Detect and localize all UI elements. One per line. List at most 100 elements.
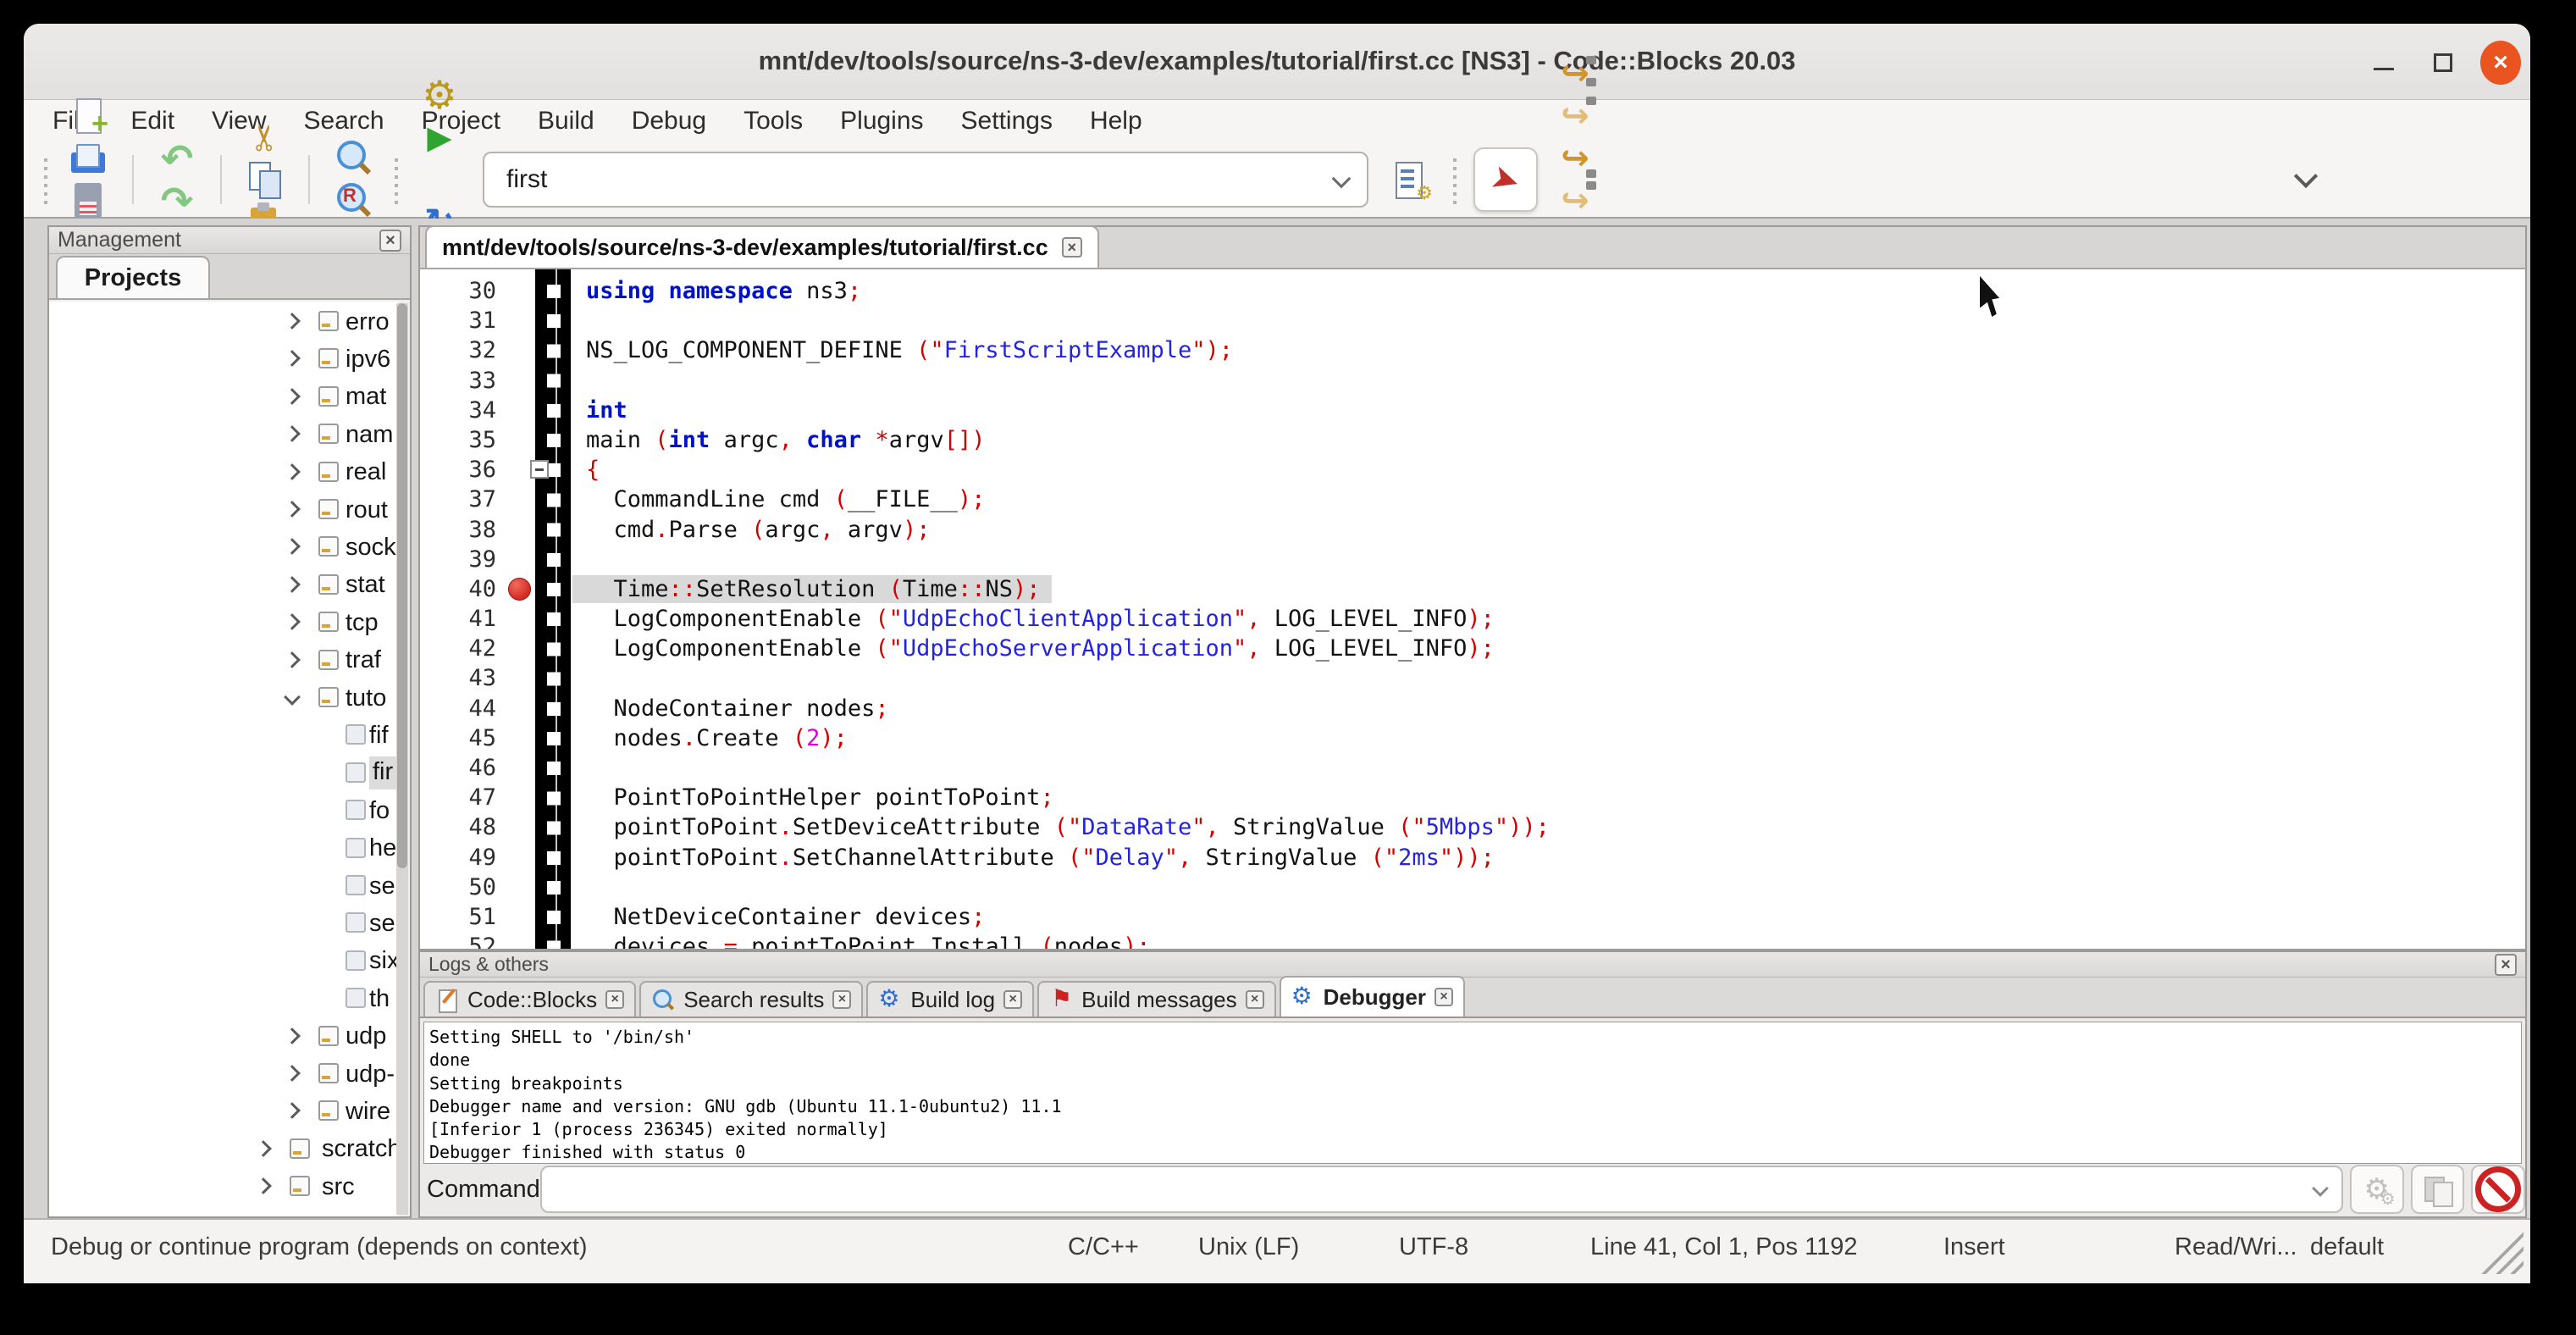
code-line-45[interactable]: 45 nodes.Create (2); [420,723,2525,753]
tree-item-nam[interactable]: nam [49,416,398,453]
stop-debugger-button[interactable] [2471,1165,2525,1214]
menu-plugins[interactable]: Plugins [840,107,923,136]
build-target-combo[interactable]: first [483,152,1368,208]
chevron-right-icon[interactable] [255,1140,272,1157]
build-target-options-button[interactable] [1390,158,1433,201]
tree-item-erro[interactable]: erro [49,303,398,341]
menu-edit[interactable]: Edit [130,107,174,136]
editor-tab-close-icon[interactable]: × [1062,237,1082,258]
chevron-right-icon[interactable] [284,651,301,668]
chevron-right-icon[interactable] [284,538,301,555]
debugger-output[interactable]: Setting SHELL to '/bin/sh'doneSetting br… [423,1022,2522,1164]
tree-item-fif[interactable]: fif [49,717,398,754]
debugger-settings-button[interactable] [2350,1165,2404,1214]
undo-icon[interactable] [156,137,198,180]
fold-collapse-icon[interactable] [530,460,549,479]
menu-search[interactable]: Search [304,107,384,136]
code-line-43[interactable]: 43 [420,663,2525,693]
code-line-31[interactable]: 31 [420,306,2525,335]
logs-tab-close-icon[interactable]: × [832,990,851,1009]
logs-tab-code-blocks[interactable]: Code::Blocks× [423,981,636,1016]
tree-item-sock[interactable]: sock [49,529,398,566]
logs-tab-build-messages[interactable]: Build messages× [1037,981,1276,1016]
run-to-cursor-icon[interactable] [1554,53,1596,95]
code-line-39[interactable]: 39 [420,545,2525,574]
toolbar-grip[interactable] [42,155,49,204]
chevron-right-icon[interactable] [284,1065,301,1082]
chevron-right-icon[interactable] [284,350,301,367]
tree-item-tuto[interactable]: tuto [49,679,398,717]
resize-grip[interactable] [2474,1228,2523,1274]
code-line-48[interactable]: 48 pointToPoint.SetDeviceAttribute ("Dat… [420,812,2525,842]
code-line-41[interactable]: 41 LogComponentEnable ("UdpEchoClientApp… [420,604,2525,634]
code-line-50[interactable]: 50 [420,872,2525,902]
tree-item-scratch[interactable]: scratch [49,1131,398,1168]
code-line-32[interactable]: 32NS_LOG_COMPONENT_DEFINE ("FirstScriptE… [420,335,2525,365]
toolbar-grip[interactable] [393,155,400,204]
code-line-33[interactable]: 33 [420,366,2525,396]
code-line-42[interactable]: 42 LogComponentEnable ("UdpEchoServerApp… [420,634,2525,663]
chevron-right-icon[interactable] [284,313,301,330]
run-icon[interactable] [418,116,461,158]
open-file-icon[interactable] [68,137,110,180]
tree-item-se[interactable]: se [49,867,398,905]
tab-projects[interactable]: Projects [56,256,210,298]
tree-item-udp[interactable]: udp [49,1018,398,1055]
code-editor[interactable]: 30using namespace ns3;3132NS_LOG_COMPONE… [418,269,2527,950]
find-icon[interactable] [332,137,374,180]
logs-tab-close-icon[interactable]: × [1003,990,1022,1009]
code-line-52[interactable]: 52 devices = pointToPoint.Install (nodes… [420,932,2525,950]
logs-tab-build-log[interactable]: Build log× [866,981,1034,1016]
code-line-30[interactable]: 30using namespace ns3; [420,276,2525,306]
copy-icon[interactable] [244,158,286,201]
tree-item-fir[interactable]: fir [49,755,398,792]
management-close-icon[interactable]: × [379,230,401,252]
tree-item-src[interactable]: src [49,1168,398,1205]
tree-item-th[interactable]: th [49,980,398,1017]
tree-item-real[interactable]: real [49,454,398,491]
toolbar-expand-chevron-icon[interactable] [2294,164,2318,188]
debug-continue-button[interactable] [1473,147,1538,212]
tree-item-traf[interactable]: traf [49,642,398,679]
tree-item-rout[interactable]: rout [49,491,398,529]
tree-item-six[interactable]: six [49,943,398,980]
code-line-49[interactable]: 49 pointToPoint.SetChannelAttribute ("De… [420,843,2525,872]
toolbar-grip[interactable] [1451,155,1458,204]
command-input[interactable] [540,1166,2343,1213]
code-line-44[interactable]: 44 NodeContainer nodes; [420,694,2525,723]
step-out-icon[interactable] [1554,180,1596,222]
logs-close-icon[interactable]: × [2495,954,2517,976]
build-and-run-icon[interactable] [418,158,461,201]
menu-settings[interactable]: Settings [961,107,1053,136]
tree-item-wire[interactable]: wire [49,1093,398,1130]
redo-icon[interactable] [156,180,198,222]
chevron-right-icon[interactable] [284,1028,301,1044]
menu-build[interactable]: Build [538,107,594,136]
close-button[interactable]: × [2480,42,2521,83]
menu-debug[interactable]: Debug [632,107,706,136]
chevron-right-icon[interactable] [284,463,301,480]
maximize-button[interactable] [2423,42,2463,83]
tree-item-he[interactable]: he [49,830,398,867]
code-line-35[interactable]: 35main (int argc, char *argv[]) [420,425,2525,455]
chevron-right-icon[interactable] [284,1102,301,1119]
tree-item-stat[interactable]: stat [49,567,398,604]
code-line-34[interactable]: 34int [420,396,2525,425]
code-line-37[interactable]: 37 CommandLine cmd (__FILE__); [420,485,2525,514]
save-icon[interactable] [68,180,110,222]
logs-tab-search-results[interactable]: Search results× [639,981,863,1016]
code-line-47[interactable]: 47 PointToPointHelper pointToPoint; [420,783,2525,812]
code-line-40[interactable]: 40 Time::SetResolution (Time::NS); [420,574,2525,604]
chevron-right-icon[interactable] [284,425,301,442]
tree-item-mat[interactable]: mat [49,379,398,416]
tree-scrollbar-thumb[interactable] [397,303,407,868]
minimize-button[interactable] [2363,42,2404,83]
next-line-icon[interactable] [1554,95,1596,137]
chevron-right-icon[interactable] [284,501,301,518]
cut-icon[interactable] [244,116,286,158]
tree-item-udp[interactable]: udp- [49,1055,398,1093]
tree-item-fo[interactable]: fo [49,792,398,829]
chevron-right-icon[interactable] [284,576,301,593]
code-line-51[interactable]: 51 NetDeviceContainer devices; [420,902,2525,932]
chevron-right-icon[interactable] [284,613,301,630]
